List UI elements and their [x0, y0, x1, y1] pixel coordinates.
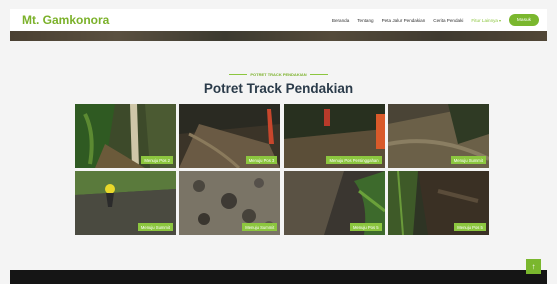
arrow-up-icon: ↑: [531, 262, 536, 271]
nav-link-peta-jalur[interactable]: Peta Jalur Pendakian: [382, 18, 426, 23]
gallery-tile[interactable]: Menuju Pos 2: [75, 104, 176, 168]
tile-label: Menuju Summit: [450, 156, 486, 164]
tile-label: Menuju Pos Persinggahan: [326, 156, 382, 164]
login-button[interactable]: Masuk: [509, 14, 539, 26]
kicker-line-right: [309, 74, 328, 76]
nav-links: Beranda Tentang Peta Jalur Pendakian Cer…: [324, 14, 539, 26]
nav-link-fitur-label: Fitur Lainnya: [471, 17, 498, 23]
gallery-tile[interactable]: Menuju Pos Persinggahan: [283, 104, 385, 168]
gallery-tile[interactable]: Menuju Pos 5: [283, 171, 385, 235]
tile-label: Menuju Pos 3: [245, 156, 278, 164]
brand-logo[interactable]: Mt. Gamkonora: [22, 13, 109, 27]
tile-label: Menuju Summit: [137, 223, 173, 231]
kicker-text: POTRET TRACK PENDAKIAN: [250, 72, 307, 77]
nav-link-fitur-lainnya[interactable]: Fitur Lainnya▾: [471, 18, 501, 23]
gallery-tile[interactable]: Menuju Pos 5: [387, 171, 489, 235]
gallery-tile[interactable]: Menuju Pos 3: [179, 104, 281, 168]
gallery-tile[interactable]: Menuju Summit: [179, 171, 281, 235]
tile-label: Menuju Summit: [242, 223, 278, 231]
nav-link-tentang[interactable]: Tentang: [357, 18, 373, 23]
kicker-line-left: [229, 74, 248, 76]
nav-link-beranda[interactable]: Beranda: [332, 18, 349, 23]
gallery-tile[interactable]: Menuju Summit: [75, 171, 176, 235]
page: Mt. Gamkonora Beranda Tentang Peta Jalur…: [0, 0, 557, 284]
footer: [10, 270, 547, 284]
navbar: Mt. Gamkonora Beranda Tentang Peta Jalur…: [10, 9, 547, 31]
tile-label: Menuju Pos 5: [349, 223, 382, 231]
chevron-down-icon: ▾: [498, 17, 501, 23]
tile-label: Menuju Pos 2: [141, 156, 173, 164]
photo-gallery: Menuju Pos 2 Menuju Pos 3 Menuju Pos Per…: [75, 104, 489, 235]
gallery-tile[interactable]: Menuju Summit: [387, 104, 489, 168]
section-kicker: POTRET TRACK PENDAKIAN: [0, 72, 557, 77]
tile-label: Menuju Pos 5: [454, 223, 486, 231]
hero-image-strip: [10, 31, 547, 41]
back-to-top-button[interactable]: ↑: [526, 259, 541, 274]
nav-link-cerita[interactable]: Cerita Pendaki: [433, 18, 463, 23]
section-title: Potret Track Pendakian: [203, 81, 354, 96]
